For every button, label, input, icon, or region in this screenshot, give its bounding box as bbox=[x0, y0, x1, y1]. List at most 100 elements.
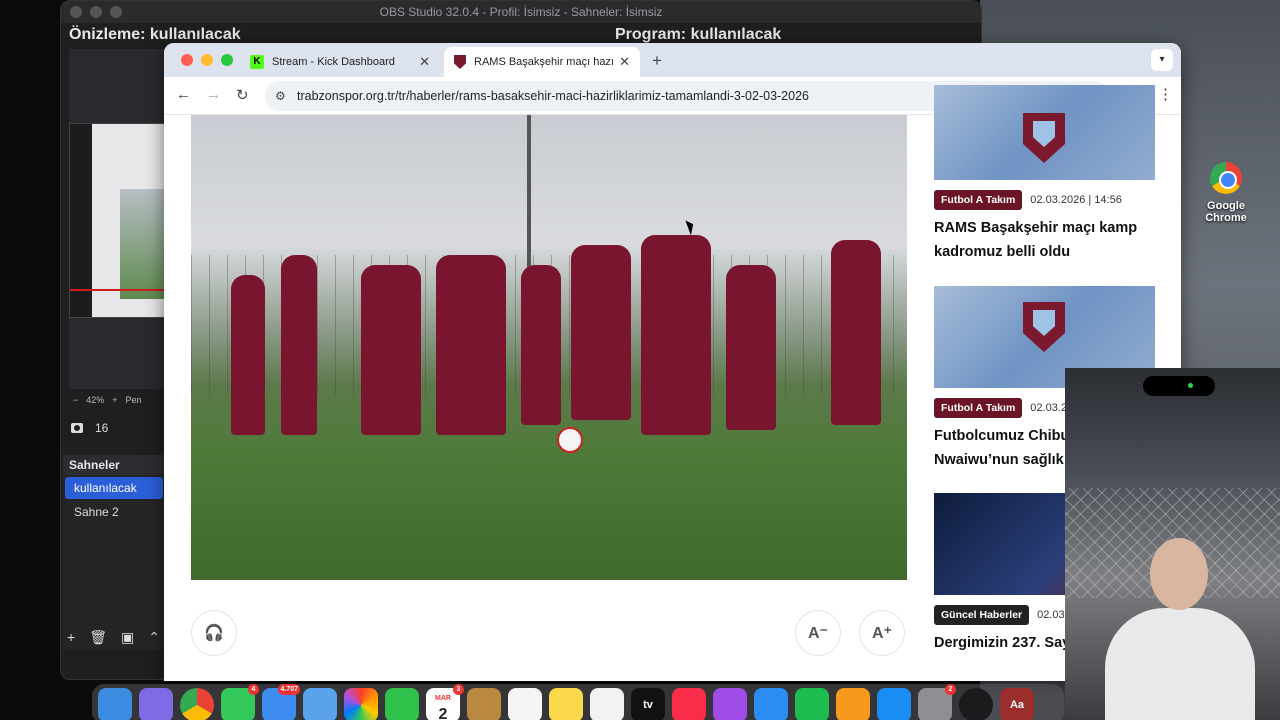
obs-title: OBS Studio 32.0.4 - Profil: İsimsiz - Sa… bbox=[379, 5, 663, 19]
maximize-icon[interactable] bbox=[110, 6, 122, 18]
tab-title: Stream - Kick Dashboard bbox=[272, 56, 395, 68]
zoom-bar: − 42% + Pen bbox=[69, 391, 165, 409]
close-icon[interactable] bbox=[70, 6, 82, 18]
numbers-icon[interactable] bbox=[795, 688, 829, 720]
source-counter: 16 bbox=[71, 421, 108, 435]
minimize-icon[interactable] bbox=[201, 54, 213, 66]
close-icon[interactable]: ✕ bbox=[419, 54, 430, 70]
browser-window: K Stream - Kick Dashboard ✕ RAMS Başakşe… bbox=[164, 43, 1181, 681]
photos-icon[interactable] bbox=[344, 688, 378, 720]
close-icon[interactable] bbox=[181, 54, 193, 66]
forward-icon[interactable]: → bbox=[206, 86, 221, 103]
apple-tv-label: tv bbox=[643, 699, 653, 711]
contacts-icon[interactable] bbox=[467, 688, 501, 720]
google-chrome-icon bbox=[1210, 162, 1242, 194]
back-icon[interactable]: ← bbox=[176, 86, 191, 103]
news-date: 02.03 bbox=[1037, 609, 1065, 621]
messages-badge: 4 bbox=[248, 684, 259, 695]
zoom-in-icon[interactable]: + bbox=[112, 395, 117, 405]
menu-kebab-icon[interactable]: ⋮ bbox=[1158, 85, 1173, 103]
finder-icon[interactable] bbox=[98, 688, 132, 720]
desktop-chrome-label: Google Chrome bbox=[1205, 200, 1247, 224]
keynote-icon[interactable] bbox=[754, 688, 788, 720]
notes-icon[interactable] bbox=[549, 688, 583, 720]
filter-icon[interactable]: ▣ bbox=[121, 629, 134, 646]
facetime-icon[interactable] bbox=[385, 688, 419, 720]
camera-notch bbox=[1143, 376, 1215, 396]
obs-titlebar: OBS Studio 32.0.4 - Profil: İsimsiz - Sa… bbox=[61, 1, 981, 23]
scenes-list: kullanılacak Sahne 2 bbox=[63, 475, 165, 650]
news-card[interactable]: Futbol A Takım 02.03.2026 | 14:56 RAMS B… bbox=[934, 85, 1155, 264]
macos-dock: 4 4.707 MAR 2 3 tv 2 Aa bbox=[92, 684, 1064, 720]
font-increase-button[interactable]: A⁺ bbox=[859, 610, 905, 656]
desktop-chrome-shortcut[interactable]: Google Chrome bbox=[1186, 162, 1266, 224]
calendar-day: 2 bbox=[438, 706, 448, 720]
headphones-icon[interactable]: 🎧 bbox=[191, 610, 237, 656]
mail-badge: 4.707 bbox=[278, 684, 300, 695]
minimize-icon[interactable] bbox=[90, 6, 102, 18]
zoom-out-icon[interactable]: − bbox=[73, 395, 78, 405]
kick-icon: K bbox=[250, 55, 264, 69]
messages-icon[interactable]: 4 bbox=[221, 684, 259, 720]
news-date: 02.03.2026 | 14:56 bbox=[1030, 194, 1122, 206]
scenes-header: Sahneler bbox=[63, 455, 165, 475]
category-badge[interactable]: Futbol A Takım bbox=[934, 398, 1023, 418]
news-card-image bbox=[934, 85, 1155, 180]
close-icon[interactable]: ✕ bbox=[619, 54, 630, 70]
freeform-icon[interactable] bbox=[590, 688, 624, 720]
reload-icon[interactable]: ↻ bbox=[236, 86, 249, 104]
webcam-overlay bbox=[1065, 368, 1280, 720]
new-tab-icon[interactable]: + bbox=[652, 51, 662, 71]
mail-icon[interactable]: 4.707 bbox=[262, 684, 300, 720]
news-title[interactable]: RAMS Başakşehir maçı kamp kadromuz belli… bbox=[934, 216, 1155, 264]
apple-tv-icon[interactable]: tv bbox=[631, 688, 665, 720]
trabzonspor-icon bbox=[454, 55, 466, 69]
pages-icon[interactable] bbox=[836, 688, 870, 720]
podcasts-icon[interactable] bbox=[713, 688, 747, 720]
add-icon[interactable]: + bbox=[67, 629, 75, 646]
trabzonspor-crest-icon bbox=[1023, 113, 1065, 163]
scene-item[interactable]: Sahne 2 bbox=[65, 501, 163, 523]
settings-badge: 2 bbox=[945, 684, 956, 695]
tab-rams-basaksehir[interactable]: RAMS Başakşehir maçı hazırlı ✕ bbox=[444, 47, 640, 77]
news-date: 02.03.2 bbox=[1030, 402, 1067, 414]
category-badge[interactable]: Güncel Haberler bbox=[934, 605, 1030, 625]
reminders-icon[interactable] bbox=[508, 688, 542, 720]
category-badge[interactable]: Futbol A Takım bbox=[934, 190, 1023, 210]
obs-window-controls bbox=[70, 6, 122, 18]
music-icon[interactable] bbox=[672, 688, 706, 720]
zoom-level: 42% bbox=[86, 395, 105, 405]
tab-title: RAMS Başakşehir maçı hazırlı bbox=[474, 56, 614, 68]
site-settings-icon[interactable]: ⚙ bbox=[275, 89, 286, 103]
launchpad-icon[interactable] bbox=[139, 688, 173, 720]
maps-icon[interactable] bbox=[303, 688, 337, 720]
trabzonspor-crest-icon bbox=[1023, 302, 1065, 352]
article-hero-image bbox=[191, 115, 907, 580]
scenes-title: Sahneler bbox=[69, 458, 120, 472]
source-count: 16 bbox=[95, 421, 109, 435]
calendar-badge: 3 bbox=[453, 684, 464, 695]
scene-toolbar: + 🗑 ▣ ⌃ bbox=[67, 629, 160, 646]
chrome-icon[interactable] bbox=[180, 688, 214, 720]
app-store-icon[interactable] bbox=[877, 688, 911, 720]
program-label: Program: kullanılacak bbox=[615, 26, 782, 43]
preview-label: Önizleme: kullanılacak bbox=[69, 26, 241, 43]
calendar-icon[interactable]: MAR 2 3 bbox=[426, 684, 464, 720]
scene-item[interactable]: kullanılacak bbox=[65, 477, 163, 499]
browser-window-controls bbox=[181, 54, 233, 66]
settings-icon[interactable]: 2 bbox=[918, 684, 956, 720]
chevron-up-icon[interactable]: ⌃ bbox=[148, 629, 160, 646]
maximize-icon[interactable] bbox=[221, 54, 233, 66]
preview-thumbnail bbox=[69, 123, 165, 318]
camera-icon bbox=[71, 423, 83, 433]
chevron-down-icon[interactable]: ▾ bbox=[1151, 49, 1173, 71]
dictionary-icon[interactable]: Aa bbox=[1000, 688, 1034, 720]
font-decrease-button[interactable]: A⁻ bbox=[795, 610, 841, 656]
tab-strip: K Stream - Kick Dashboard ✕ RAMS Başakşe… bbox=[164, 43, 1181, 77]
web-page: 🎧 A⁻ A⁺ Futbol A Takım 02.03.2026 | 14:5… bbox=[164, 85, 1181, 681]
trash-icon[interactable]: 🗑 bbox=[89, 629, 107, 646]
url-text: trabzonspor.org.tr/tr/haberler/rams-basa… bbox=[297, 89, 809, 103]
obs-icon[interactable] bbox=[959, 688, 993, 720]
zoom-suffix: Pen bbox=[125, 395, 142, 405]
tab-kick-dashboard[interactable]: K Stream - Kick Dashboard ✕ bbox=[240, 47, 440, 77]
